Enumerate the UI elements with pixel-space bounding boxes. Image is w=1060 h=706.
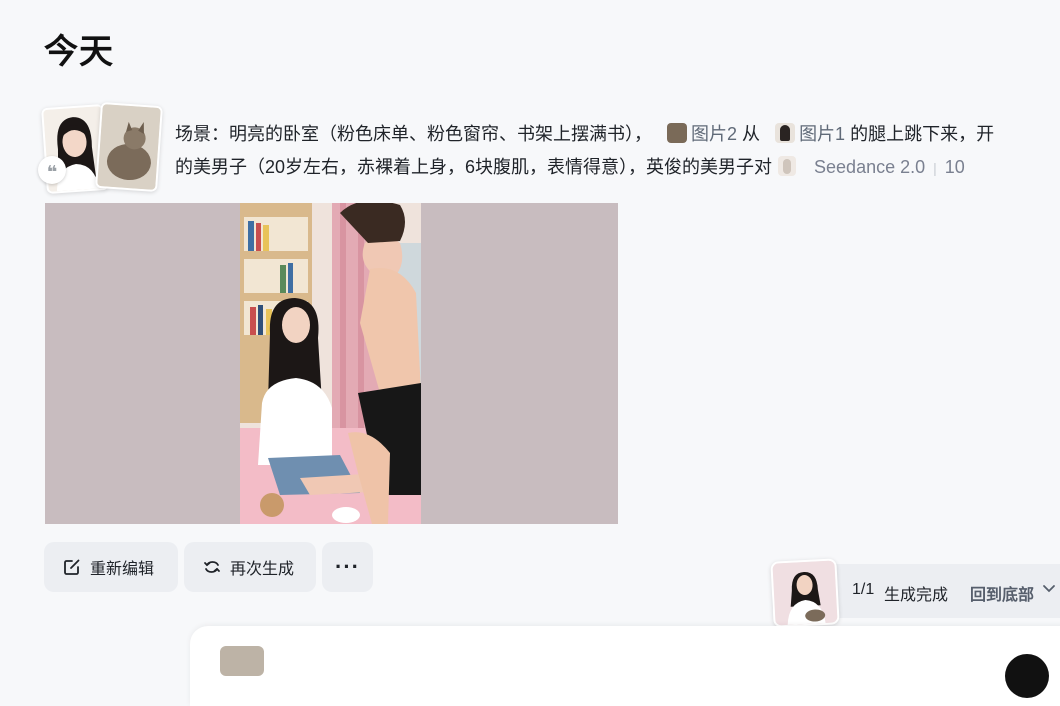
generated-video-preview[interactable] <box>45 203 618 524</box>
section-title: 今天 <box>44 33 114 71</box>
ref-image1-label[interactable]: 图片1 <box>799 124 845 144</box>
ref-image2-thumb <box>667 123 688 143</box>
regenerate-label: 再次生成 <box>230 561 295 578</box>
prompt-connector: 从 <box>742 124 761 144</box>
prompt-line1-tail: 的腿上跳下来，开 <box>850 124 995 144</box>
status-thumbnail[interactable] <box>770 558 840 628</box>
status-count: 1/1 <box>852 581 875 598</box>
ref-image2-label[interactable]: 图片2 <box>691 124 737 144</box>
generation-status-bar[interactable]: 1/1 生成完成 回到底部 <box>770 558 1060 628</box>
model-label: Seedance 2.0 <box>814 157 926 177</box>
ref-image1-thumb <box>775 123 796 143</box>
more-options-button[interactable]: ··· <box>322 542 373 592</box>
meta-tail: 10 <box>944 157 965 177</box>
re-edit-button[interactable]: 重新编辑 <box>44 542 178 592</box>
prompt-line2-text: 的美男子（20岁左右，赤裸着上身，6块腹肌，表情得意），英俊的美男子对 <box>175 157 773 177</box>
back-to-bottom-link[interactable]: 回到底部 <box>970 581 1034 605</box>
ref-image-thumb-small <box>778 156 797 176</box>
prompt-line-1: 场景：明亮的卧室（粉色床单、粉色窗帘、书架上摆满书）， 图片2 从 图片1 的腿… <box>175 118 1060 151</box>
prompt-line1-text: 场景：明亮的卧室（粉色床单、粉色窗帘、书架上摆满书）， <box>175 124 652 144</box>
prompt-line-2: 的美男子（20岁左右，赤裸着上身，6块腹肌，表情得意），英俊的美男子对 Seeda… <box>175 151 1060 185</box>
status-text: 生成完成 <box>884 587 949 604</box>
quote-icon[interactable]: ❝ <box>38 156 66 184</box>
more-icon: ··· <box>335 554 360 579</box>
edit-icon <box>64 559 80 575</box>
prompt-input-box[interactable] <box>190 626 1060 706</box>
re-edit-label: 重新编辑 <box>90 561 155 578</box>
chevron-down-icon[interactable] <box>1042 582 1056 599</box>
reference-thumb-cat[interactable] <box>95 101 163 193</box>
refresh-icon <box>204 561 220 573</box>
send-button[interactable] <box>1005 654 1049 698</box>
prompt-text[interactable]: 场景：明亮的卧室（粉色床单、粉色窗帘、书架上摆满书）， 图片2 从 图片1 的腿… <box>175 118 1060 190</box>
input-reference-thumb[interactable] <box>220 646 264 676</box>
regenerate-button[interactable]: 再次生成 <box>184 542 316 592</box>
reference-thumbnails[interactable]: ❝ <box>38 101 163 195</box>
video-frame[interactable] <box>240 203 421 524</box>
meta-separator: | <box>933 160 937 176</box>
